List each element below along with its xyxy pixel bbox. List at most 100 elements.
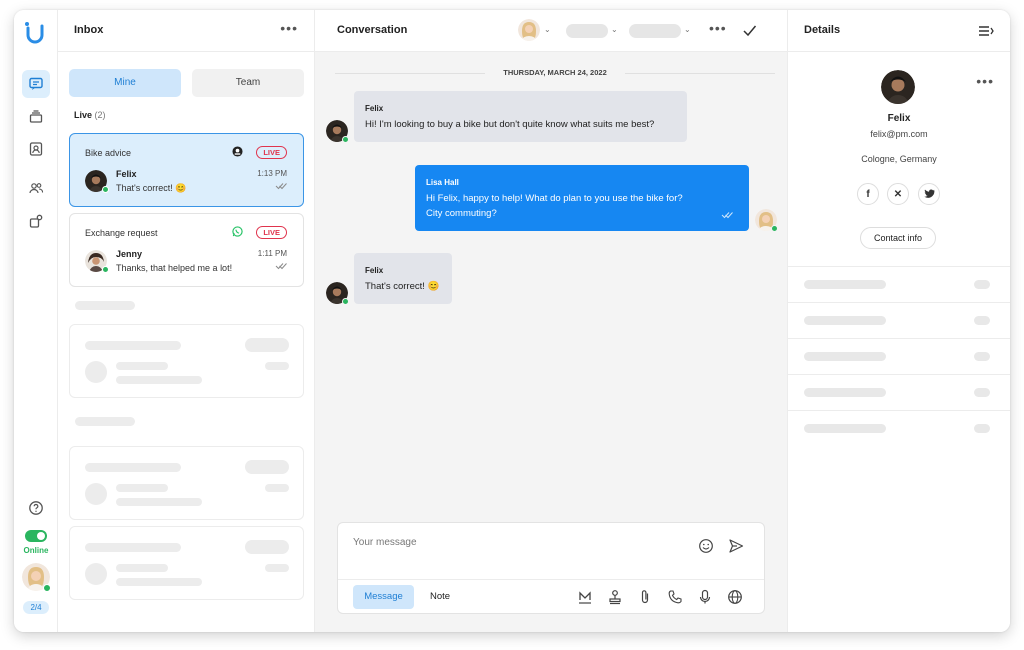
conversation-card[interactable]: Exchange request LIVE Jenny Thanks, that… (69, 213, 304, 287)
app-logo (25, 22, 44, 44)
online-dot (102, 186, 109, 193)
contact-avatar (881, 70, 915, 104)
xing-icon[interactable]: ✕ (887, 183, 909, 205)
skeleton-card (69, 526, 304, 600)
contact-info-button[interactable]: Contact info (860, 227, 936, 249)
archive-nav-button[interactable] (22, 102, 50, 130)
read-ticks-icon (275, 263, 287, 270)
app-window: Online 2/4 Inbox ••• Mine Team Live (2) … (14, 10, 1010, 632)
help-button[interactable] (22, 494, 50, 522)
message-preview: Thanks, that helped me a lot! (116, 263, 233, 273)
message-preview: That's correct! 😊 (116, 183, 187, 193)
message-bubble: Lisa Hall Hi Felix, happy to help! What … (415, 165, 749, 231)
resolve-check-icon[interactable] (742, 23, 757, 38)
chat-icon (29, 77, 43, 90)
message-sender: Felix (365, 104, 384, 113)
collapse-panel-icon[interactable] (978, 25, 994, 37)
chevron-down-icon[interactable]: ⌄ (611, 25, 618, 34)
tab-note[interactable]: Note (420, 585, 460, 609)
send-icon[interactable] (728, 538, 744, 554)
assignee-avatar[interactable] (518, 19, 540, 41)
contact-email: felix@pm.com (870, 129, 928, 139)
message-time: 1:11 PM (257, 249, 287, 258)
tab-message[interactable]: Message (353, 585, 414, 609)
inbox-more-icon[interactable]: ••• (280, 20, 298, 36)
status-select[interactable] (566, 24, 608, 38)
conversation-header: Conversation ⌄ ⌄ ⌄ ••• (315, 10, 787, 52)
tab-team[interactable]: Team (192, 69, 304, 97)
online-dot (342, 298, 349, 305)
inbox-title: Inbox (74, 24, 104, 36)
contacts-nav-button[interactable] (22, 135, 50, 163)
tab-mine[interactable]: Mine (69, 69, 181, 97)
message-sender: Lisa Hall (426, 178, 459, 187)
twitter-icon[interactable] (918, 183, 940, 205)
live-count: (2) (94, 110, 106, 120)
live-section-label: Live (2) (74, 110, 106, 120)
user-online-dot (43, 584, 51, 592)
online-dot (342, 136, 349, 143)
message-sender: Felix (365, 266, 384, 275)
chevron-down-icon[interactable]: ⌄ (544, 25, 551, 34)
help-icon (29, 501, 43, 515)
globe-icon[interactable] (727, 589, 743, 605)
integrations-nav-button[interactable] (22, 207, 50, 235)
message-input[interactable] (353, 533, 683, 551)
chevron-down-icon[interactable]: ⌄ (684, 25, 691, 34)
nav-rail: Online 2/4 (14, 10, 58, 632)
archive-icon (29, 110, 43, 123)
team-nav-button[interactable] (22, 174, 50, 202)
message-text: Hi Felix, happy to help! What do plan to… (426, 193, 683, 204)
contact-name: Felix (887, 113, 911, 124)
skeleton-section-label (75, 417, 135, 426)
message-bubble: Felix Hi! I'm looking to buy a bike but … (354, 91, 687, 142)
page-indicator: 2/4 (23, 601, 49, 614)
details-more-icon[interactable]: ••• (976, 73, 994, 89)
inbox-panel: Inbox ••• Mine Team Live (2) Bike advice… (58, 10, 315, 632)
conversation-panel: Conversation ⌄ ⌄ ⌄ ••• THURSDAY, MARCH 2… (315, 10, 788, 632)
details-panel: Details ••• Felix felix@pm.com Cologne, … (788, 10, 1010, 632)
facebook-icon[interactable]: f (857, 183, 879, 205)
message-text: City commuting? (426, 208, 497, 219)
live-badge: LIVE (256, 146, 287, 159)
details-section-row[interactable] (788, 302, 1010, 338)
contact-location: Cologne, Germany (861, 154, 937, 164)
channel-select[interactable] (629, 24, 681, 38)
contact-name: Felix (116, 169, 137, 179)
microphone-icon[interactable] (697, 589, 713, 605)
inbox-header: Inbox ••• (58, 10, 314, 52)
webchat-icon (232, 146, 243, 157)
live-badge: LIVE (256, 226, 287, 239)
phone-icon[interactable] (667, 589, 683, 605)
conversation-title: Conversation (337, 24, 408, 36)
details-section-row[interactable] (788, 374, 1010, 410)
attachment-icon[interactable] (637, 589, 653, 605)
live-label: Live (74, 110, 93, 120)
message-time: 1:13 PM (257, 169, 287, 178)
markdown-icon[interactable] (577, 589, 593, 605)
online-status-toggle[interactable] (25, 530, 47, 542)
contact-name: Jenny (116, 249, 143, 259)
details-title: Details (804, 24, 841, 36)
conversation-more-icon[interactable]: ••• (709, 20, 727, 36)
details-section-row[interactable] (788, 338, 1010, 374)
skeleton-card (69, 446, 304, 520)
details-header: Details (788, 10, 1010, 52)
message-text: That's correct! 😊 (365, 281, 440, 292)
skeleton-section-label (75, 301, 135, 310)
contacts-icon (29, 142, 43, 156)
conversation-subject: Exchange request (85, 228, 158, 238)
team-icon (29, 183, 44, 194)
details-section-row[interactable] (788, 266, 1010, 302)
stamp-icon[interactable] (607, 589, 623, 605)
conversation-subject: Bike advice (85, 148, 132, 158)
skeleton-card (69, 324, 304, 398)
online-dot (102, 266, 109, 273)
online-dot (771, 225, 778, 232)
conversation-card[interactable]: Bike advice LIVE Felix That's correct! 😊… (69, 133, 304, 207)
message-bubble: Felix That's correct! 😊 (354, 253, 452, 304)
message-composer: Message Note (337, 522, 765, 614)
details-section-row[interactable] (788, 410, 1010, 446)
emoji-icon[interactable] (698, 538, 714, 554)
chat-nav-button[interactable] (22, 70, 50, 98)
